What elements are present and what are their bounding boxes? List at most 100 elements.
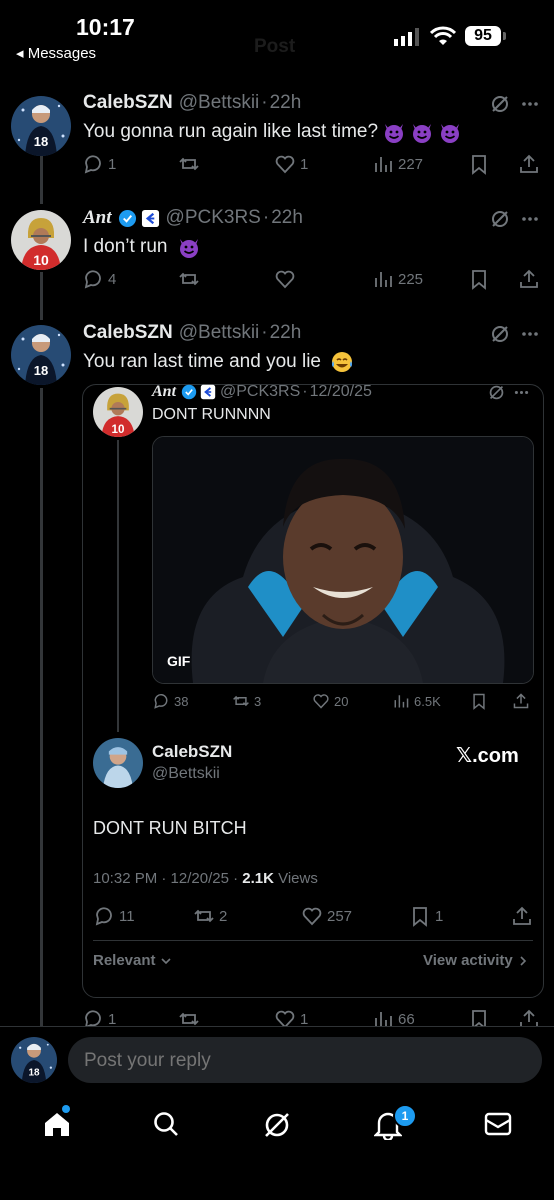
retweet-button[interactable] <box>178 153 204 175</box>
bookmark-button[interactable] <box>468 153 490 175</box>
more-options-icon[interactable] <box>520 324 540 344</box>
thread-line <box>40 388 43 1028</box>
x-com-link[interactable]: 𝕏.com <box>456 743 519 768</box>
bookmark-button[interactable]: 1 <box>409 905 443 927</box>
grok-icon[interactable] <box>490 94 510 114</box>
card-actions: 11 2 257 1 <box>93 905 533 927</box>
search-tab[interactable] <box>152 1110 180 1138</box>
share-button[interactable] <box>511 905 533 927</box>
display-name[interactable]: Ant <box>152 383 176 401</box>
reply-button[interactable]: 11 <box>93 905 135 927</box>
username[interactable]: @PCK3RS <box>220 383 300 401</box>
timestamp[interactable]: 22h <box>270 322 302 344</box>
display-name[interactable]: CalebSZN <box>83 322 173 344</box>
grok-icon[interactable] <box>488 384 505 401</box>
grok-tab[interactable] <box>262 1110 292 1140</box>
smiling-devil-emoji <box>378 121 406 143</box>
svg-text:18: 18 <box>34 134 48 149</box>
home-tab[interactable] <box>42 1110 72 1138</box>
reply-button[interactable]: 38 <box>152 692 188 710</box>
views-button[interactable]: 225 <box>372 268 423 290</box>
more-options-icon[interactable] <box>520 209 540 229</box>
verified-badge-icon <box>118 209 137 228</box>
reply-button[interactable]: 1 <box>82 153 116 175</box>
avatar[interactable]: 18 <box>11 1037 57 1083</box>
views-icon <box>394 695 409 708</box>
back-to-messages[interactable]: ◂ Messages <box>16 44 96 62</box>
username[interactable]: @PCK3RS <box>166 207 261 229</box>
gif-media[interactable]: GIF <box>152 436 534 684</box>
share-icon <box>513 693 529 709</box>
username[interactable]: @Bettskii <box>179 92 260 114</box>
avatar[interactable]: 10 <box>93 387 143 437</box>
chevron-down-icon <box>160 955 172 967</box>
quoted-top-icons <box>488 384 530 401</box>
like-button[interactable]: 1 <box>274 153 308 175</box>
views-button[interactable]: 227 <box>372 153 423 175</box>
retweet-icon <box>194 909 214 923</box>
more-options-icon[interactable] <box>520 94 540 114</box>
heart-icon <box>275 270 295 289</box>
share-button[interactable] <box>518 268 540 290</box>
reply-button[interactable]: 4 <box>82 268 116 290</box>
like-count: 1 <box>300 1010 309 1028</box>
chevron-right-icon <box>517 955 529 967</box>
card-text: DONT RUN BITCH <box>93 818 247 838</box>
messages-tab[interactable] <box>484 1112 512 1136</box>
share-button[interactable] <box>518 153 540 175</box>
reply-count: 1 <box>108 155 117 173</box>
view-count: 6.5K <box>414 693 441 709</box>
like-button[interactable]: 257 <box>301 905 352 927</box>
timestamp[interactable]: 12/20/25 <box>310 383 372 401</box>
timestamp[interactable]: 22h <box>270 92 302 114</box>
retweet-button[interactable] <box>178 268 204 290</box>
avatar[interactable] <box>93 738 143 788</box>
card-username[interactable]: @Bettskii <box>152 765 220 783</box>
tweet-body: You gonna run again like last time? <box>83 121 379 143</box>
thread-line <box>40 272 43 320</box>
reply-icon <box>84 155 101 174</box>
svg-text:10: 10 <box>112 423 125 436</box>
views-button[interactable]: 6.5K <box>392 692 441 710</box>
relevant-dropdown[interactable]: Relevant <box>93 952 172 969</box>
reply-input[interactable] <box>82 1045 536 1077</box>
affiliate-badge-icon <box>200 384 216 400</box>
avatar[interactable]: 18 <box>11 325 71 385</box>
avatar[interactable]: 18 <box>11 96 71 156</box>
retweet-button[interactable]: 3 <box>232 692 261 710</box>
smiling-devil-emoji <box>434 121 462 143</box>
envelope-icon <box>484 1112 512 1136</box>
bookmark-icon <box>413 907 427 927</box>
grok-icon[interactable] <box>490 324 510 344</box>
tweet-actions: 1 1 227 <box>82 153 542 179</box>
like-count: 20 <box>334 693 349 709</box>
bookmark-button[interactable] <box>470 692 488 710</box>
share-icon <box>513 906 531 925</box>
display-name[interactable]: Ant <box>83 207 112 229</box>
quoted-text: DONT RUNNNN <box>152 406 271 423</box>
view-activity-link[interactable]: View activity <box>423 952 529 969</box>
retweet-button[interactable]: 2 <box>193 905 227 927</box>
wifi-icon <box>430 26 456 46</box>
battery-indicator: 95 <box>465 26 501 46</box>
username[interactable]: @Bettskii <box>179 322 260 344</box>
svg-text:18: 18 <box>34 363 48 378</box>
tweet-top-icons <box>490 324 540 344</box>
share-button[interactable] <box>512 692 530 710</box>
like-button[interactable]: 20 <box>312 692 348 710</box>
more-options-icon[interactable] <box>513 384 530 401</box>
grok-icon[interactable] <box>490 209 510 229</box>
timestamp[interactable]: 22h <box>271 207 303 229</box>
like-button[interactable] <box>274 268 300 290</box>
views-icon <box>375 272 392 287</box>
battery-level: 95 <box>474 27 492 44</box>
bookmark-button[interactable] <box>468 268 490 290</box>
display-name[interactable]: CalebSZN <box>83 92 173 114</box>
svg-text:10: 10 <box>33 252 49 268</box>
tweet-body: You ran last time and you lie <box>83 351 322 373</box>
avatar[interactable]: 10 <box>11 210 71 270</box>
heart-icon <box>313 694 329 709</box>
retweet-icon <box>179 272 199 286</box>
card-display-name[interactable]: CalebSZN <box>152 742 232 762</box>
card-views-label: Views <box>273 870 318 887</box>
